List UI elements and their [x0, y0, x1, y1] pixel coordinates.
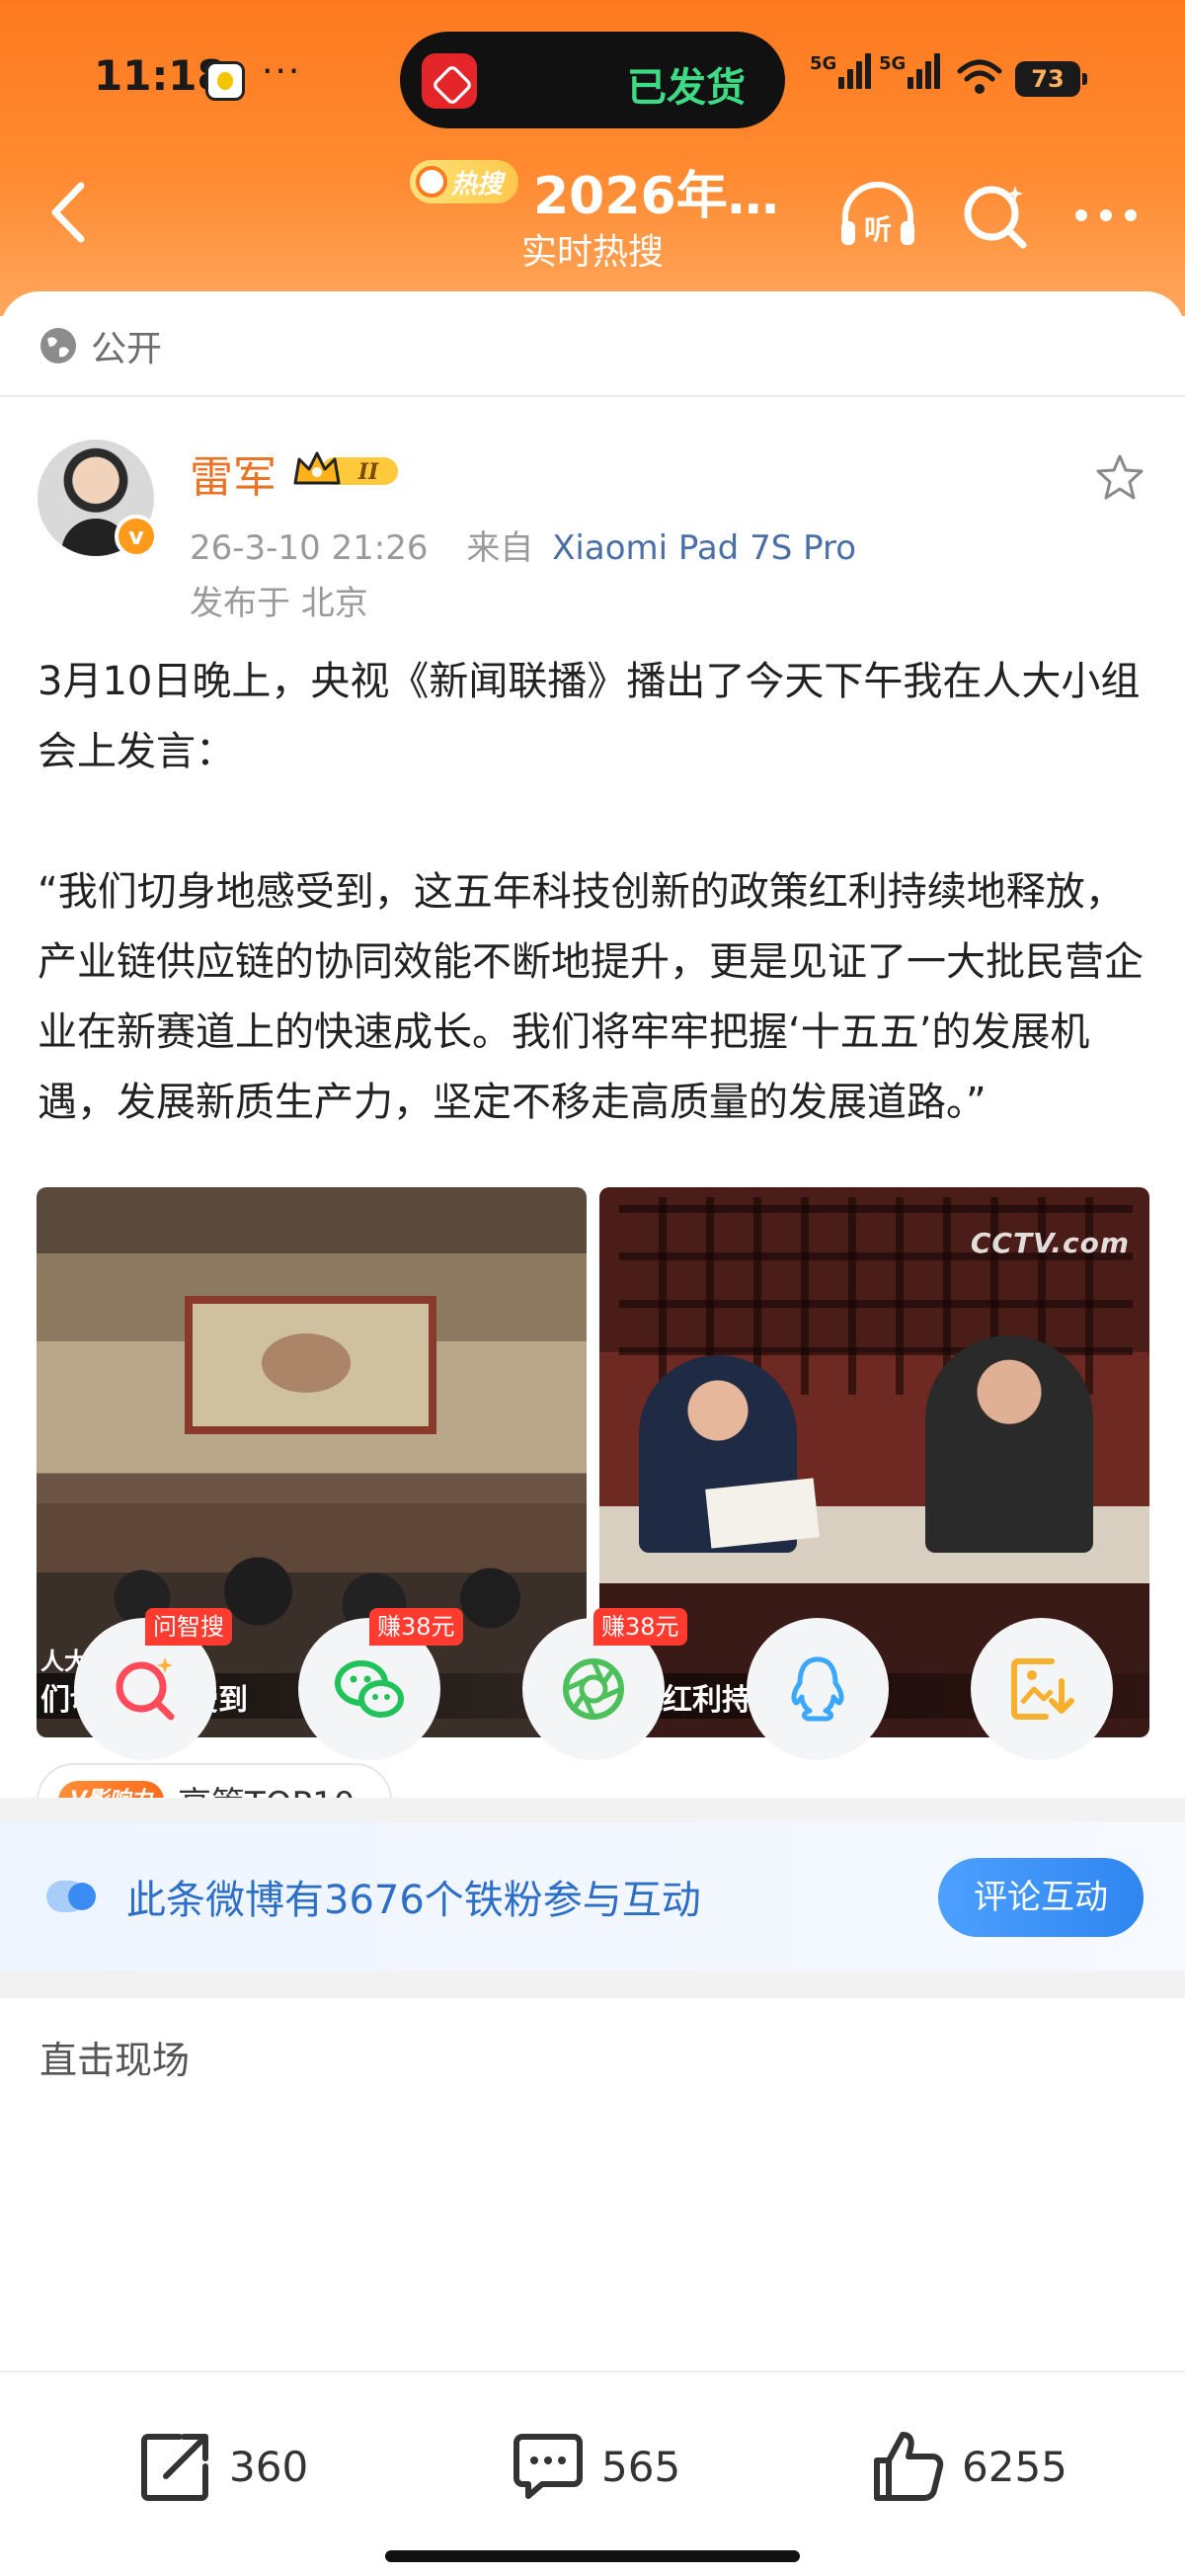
post-card: 公开 v 雷军 II 26-3-10 21:26 来自 Xiaomi Pad 7… — [0, 291, 1185, 2576]
member-level-label: II — [357, 459, 379, 485]
signal-sim1-icon: 5G — [810, 53, 874, 89]
fans-interaction-bar: 此条微博有3676个铁粉参与互动 评论互动 — [0, 1822, 1185, 1971]
comment-icon — [514, 2434, 583, 2499]
share-badge: 问智搜 — [145, 1608, 232, 1646]
save-image-button[interactable] — [971, 1618, 1113, 1760]
divider — [0, 395, 1185, 397]
source-prefix: 来自 — [466, 528, 534, 568]
globe-icon — [40, 328, 76, 363]
listen-label: 听 — [864, 213, 892, 246]
post-paragraph-1: 3月10日晚上，央视《新闻联播》播出了今天下午我在人大小组会上发言： — [38, 659, 1141, 774]
fans-interaction-text: 此条微博有3676个铁粉参与互动 — [126, 1878, 701, 1923]
section-title-live[interactable]: 直击现场 — [40, 2030, 190, 2084]
visibility-label: 公开 — [91, 329, 163, 369]
island-status-text: 已发货 — [627, 65, 746, 111]
repost-count: 360 — [229, 2442, 309, 2491]
username[interactable]: 雷军 — [190, 442, 276, 505]
dynamic-island[interactable]: 已发货 — [400, 32, 785, 128]
status-bar: 11:18 ··· 已发货 5G 5G 73 — [0, 0, 1185, 158]
repost-icon — [141, 2434, 208, 2501]
hot-search-badge: 热搜 — [410, 160, 518, 203]
wechat-icon — [335, 1660, 404, 1718]
source-device-link[interactable]: Xiaomi Pad 7S Pro — [552, 528, 856, 568]
attendee-figure — [925, 1335, 1093, 1553]
share-qq-button[interactable] — [747, 1618, 889, 1760]
more-notifications-indicator: ··· — [262, 51, 302, 92]
cctv-watermark: CCTV.com — [970, 1227, 1130, 1259]
page-title[interactable]: 2026年… — [533, 154, 779, 228]
verified-badge: v — [115, 515, 158, 558]
more-options-icon[interactable] — [1071, 205, 1141, 225]
ai-search-icon — [116, 1657, 175, 1721]
post-time: 26-3-10 21:26 — [190, 528, 429, 568]
visibility-indicator: 公开 — [38, 321, 162, 370]
thumbs-up-icon — [874, 2432, 944, 2501]
action-bar: 360 565 6255 — [0, 2371, 1185, 2576]
favorite-star-icon[interactable] — [1094, 452, 1146, 502]
comment-count: 565 — [601, 2442, 681, 2491]
signal-sim2-icon: 5G — [879, 53, 943, 89]
section-separator — [0, 1798, 1185, 1825]
app-notification-icon — [205, 61, 245, 101]
header: 11:18 ··· 已发货 5G 5G 73 热搜 2026年… 实时热搜 听 — [0, 0, 1185, 316]
listen-headphones-icon[interactable]: 听 — [837, 178, 918, 249]
battery-icon: 73 — [1015, 61, 1087, 97]
moments-aperture-icon — [563, 1658, 624, 1720]
comment-interact-button[interactable]: 评论互动 — [938, 1858, 1144, 1937]
fans-toggle-icon — [46, 1881, 96, 1912]
share-ask-search-button[interactable]: 问智搜 — [74, 1608, 232, 1760]
like-count: 6255 — [962, 2442, 1067, 2491]
share-badge: 赚38元 — [369, 1608, 463, 1646]
wifi-icon — [957, 59, 1002, 94]
post-paragraph-2: “我们切身地感受到，这五年科技创新的政策红利持续地释放，产业链供应链的协同效能不… — [38, 869, 1144, 1125]
home-indicator[interactable] — [385, 2550, 800, 2562]
share-wechat-button[interactable]: 赚38元 — [298, 1608, 463, 1760]
post-meta: 26-3-10 21:26 来自 Xiaomi Pad 7S Pro — [190, 521, 856, 569]
save-image-icon — [1011, 1658, 1074, 1720]
post-location: 发布于 北京 — [190, 584, 368, 623]
hot-search-badge-label: 热搜 — [451, 170, 504, 200]
member-crown-icon[interactable]: II — [291, 447, 402, 491]
section-separator — [0, 1971, 1185, 1998]
share-badge: 赚38元 — [593, 1608, 687, 1646]
search-icon[interactable] — [960, 180, 1031, 251]
nav-bar: 热搜 2026年… 实时热搜 听 — [0, 148, 1185, 286]
document-sheet — [705, 1478, 820, 1549]
comment-button[interactable]: 565 — [509, 2427, 680, 2506]
hot-search-icon — [416, 166, 447, 198]
like-button[interactable]: 6255 — [869, 2427, 1067, 2506]
repost-button[interactable]: 360 — [136, 2427, 308, 2506]
sim1-label: 5G — [810, 53, 837, 74]
wall-painting — [185, 1296, 436, 1434]
sim2-label: 5G — [879, 53, 907, 74]
post-body: 3月10日晚上，央视《新闻联播》播出了今天下午我在人大小组会上发言： “我们切身… — [38, 647, 1153, 1138]
shopping-app-icon — [422, 53, 477, 109]
qq-penguin-icon — [791, 1656, 844, 1722]
share-moments-button[interactable]: 赚38元 — [522, 1608, 687, 1760]
